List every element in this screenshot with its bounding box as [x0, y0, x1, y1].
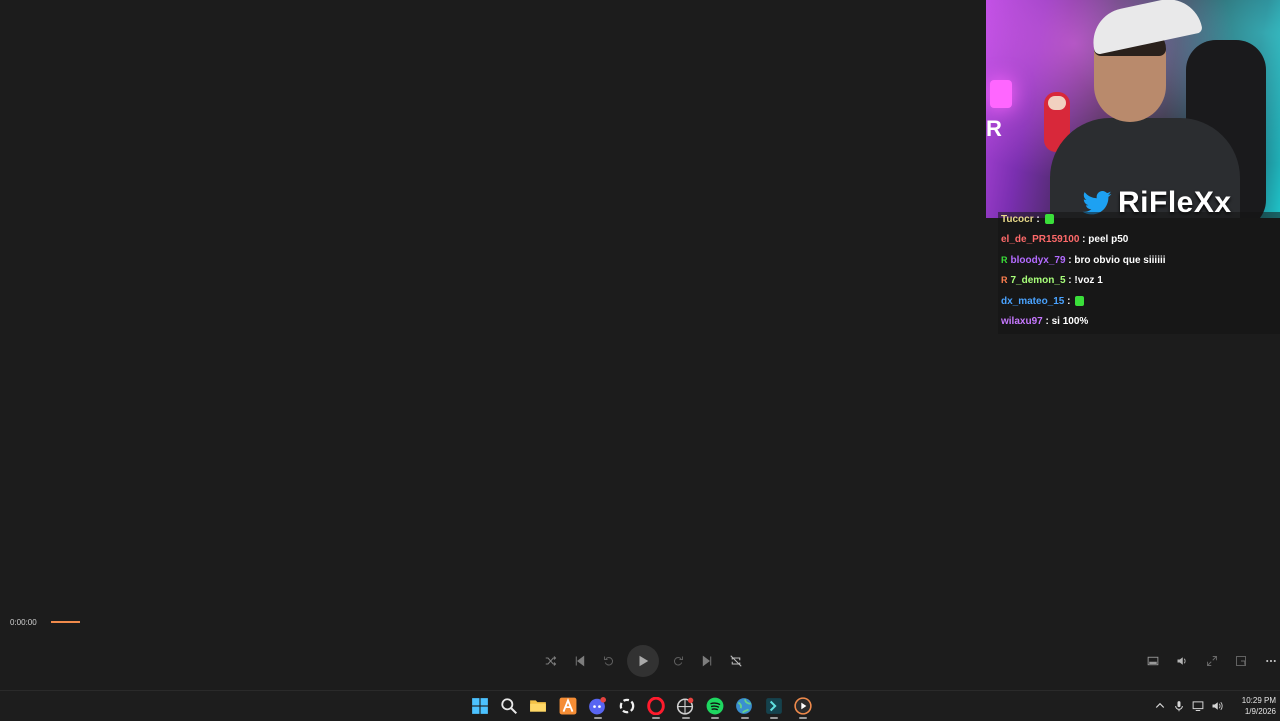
chat-message: wilaxu97 : si 100% [998, 313, 1280, 335]
clock-time: 10:29 PM [1241, 696, 1276, 705]
chat-message: Tucocr : [998, 212, 1280, 233]
spotify-icon [706, 697, 724, 715]
chat-separator: : [1079, 234, 1089, 246]
browser-globe-icon [736, 698, 753, 714]
app-ring-icon [619, 698, 634, 714]
spotify-button[interactable] [700, 691, 729, 721]
microphone-button[interactable] [1169, 691, 1188, 721]
discord-icon [589, 697, 607, 715]
chat-message: R 7_demon_5 : !voz 1 [998, 273, 1280, 294]
speaker-icon [1212, 701, 1223, 711]
miniplayer-button[interactable] [1138, 651, 1168, 671]
microphone-icon [1174, 701, 1183, 712]
chat-text: si 100% [1051, 315, 1089, 327]
transport-controls [536, 645, 750, 677]
progress-fill [51, 621, 80, 623]
app-terminal-button[interactable] [759, 691, 788, 721]
opera-button[interactable] [641, 691, 670, 721]
volume-button[interactable] [1168, 651, 1198, 671]
chat-username: el_de_PR159100 [1001, 234, 1080, 246]
app-ball-icon [677, 697, 694, 715]
previous-icon [575, 655, 584, 667]
volume-tray-button[interactable] [1207, 691, 1226, 721]
media-player-button[interactable] [788, 691, 817, 721]
santa-face [1048, 96, 1066, 110]
chat-message: dx_mateo_15 : [998, 293, 1280, 314]
progress-bar[interactable] [51, 621, 80, 623]
elapsed-time: 0:00:00 [10, 618, 37, 627]
forward-30-icon [673, 656, 683, 666]
system-tray: 10:29 PM 1/9/2026 [1150, 691, 1276, 721]
chat-username: bloodyx_79 [1010, 254, 1066, 266]
chat-separator: : [1064, 295, 1074, 307]
chat-text: peel p50 [1088, 234, 1129, 246]
lamp [990, 80, 1012, 108]
chat-overlay: Tucocr : el_de_PR159100 : peel p50 Rblood… [998, 212, 1280, 335]
side-letter: R [986, 116, 1002, 141]
chat-message: Rbloodyx_79 : bro obvio que siiiiii [998, 252, 1280, 274]
chat-emote-icon [1044, 214, 1054, 225]
file-explorer-icon [530, 700, 547, 712]
app-a-icon [559, 697, 577, 715]
chat-separator: : [1033, 214, 1043, 225]
start-button[interactable] [465, 691, 494, 721]
rewind-10-icon [603, 656, 613, 666]
chat-separator: : [1042, 315, 1052, 327]
discord-button[interactable] [583, 691, 612, 721]
search-icon [501, 698, 518, 715]
search-button[interactable] [494, 691, 523, 721]
file-explorer-button[interactable] [524, 691, 553, 721]
rewind-10-button[interactable] [594, 648, 623, 674]
taskbar: 10:29 PM 1/9/2026 [0, 690, 1280, 721]
chat-username: dx_mateo_15 [1001, 295, 1065, 307]
chat-emote-icon [1075, 295, 1085, 306]
network-icon [1192, 701, 1203, 711]
compact-icon [1236, 656, 1247, 666]
app-ball-button[interactable] [671, 691, 700, 721]
chat-text: !voz 1 [1074, 275, 1103, 287]
taskbar-apps [465, 691, 818, 721]
volume-icon [1177, 657, 1186, 665]
fullscreen-icon [1206, 656, 1217, 666]
shuffle-icon [545, 656, 556, 666]
chat-message: el_de_PR159100 : peel p50 [998, 232, 1280, 253]
chat-username: Tucocr [1001, 214, 1034, 225]
chat-badge: R [1001, 275, 1008, 286]
chat-text: bro obvio que siiiiii [1074, 254, 1166, 266]
network-button[interactable] [1188, 691, 1207, 721]
tray-overflow-button[interactable] [1150, 691, 1169, 721]
media-player-icon [794, 697, 812, 715]
previous-button[interactable] [565, 648, 594, 674]
opera-icon [647, 697, 665, 715]
app-terminal-icon [765, 698, 782, 714]
clock[interactable]: 10:29 PM 1/9/2026 [1232, 695, 1276, 717]
shuffle-button[interactable] [536, 648, 565, 674]
compact-view-button[interactable] [1227, 651, 1257, 671]
play-icon [639, 655, 649, 667]
miniplayer-icon [1147, 656, 1159, 666]
player-right-controls [1138, 651, 1280, 671]
next-button[interactable] [692, 648, 721, 674]
browser-button[interactable] [730, 691, 759, 721]
repeat-button[interactable] [721, 648, 750, 674]
play-button[interactable] [627, 645, 659, 677]
chevron-up-icon [1155, 702, 1164, 708]
more-options-button[interactable] [1256, 651, 1280, 671]
webcam-overlay: R RiFleXx [986, 0, 1280, 218]
more-icon [1265, 659, 1276, 663]
app-a-button[interactable] [553, 691, 582, 721]
forward-30-button[interactable] [663, 648, 692, 674]
app-ring-button[interactable] [612, 691, 641, 721]
chat-username: 7_demon_5 [1010, 275, 1066, 287]
fullscreen-button[interactable] [1197, 651, 1227, 671]
chat-badge: R [1001, 254, 1008, 265]
next-icon [702, 655, 711, 667]
clock-date: 1/9/2026 [1244, 707, 1276, 716]
chat-username: wilaxu97 [1001, 315, 1043, 327]
repeat-off-icon [729, 655, 742, 667]
windows-start-icon [471, 698, 488, 714]
